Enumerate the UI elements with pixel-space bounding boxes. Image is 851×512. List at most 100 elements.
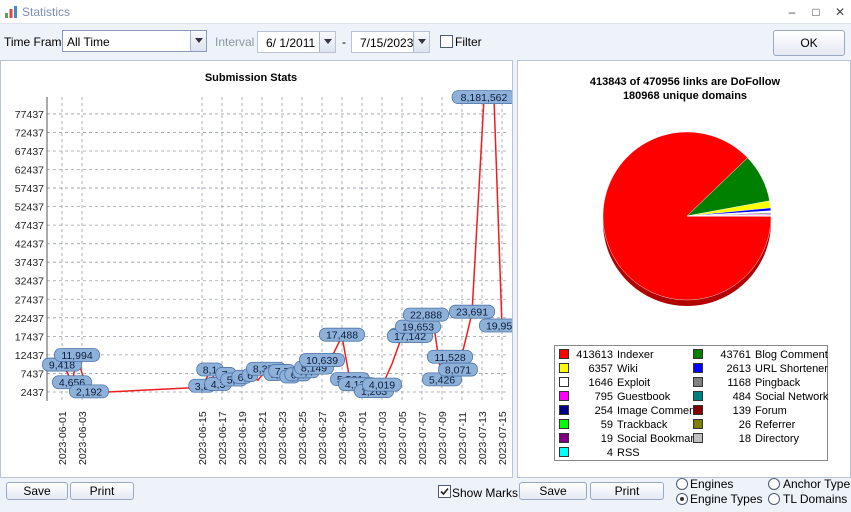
submission-stats-chart: Submission Stats 2437 7437 12437 17437 22437 2…: [15, 72, 512, 465]
x-tick-label-0: 2023-06-01: [57, 411, 69, 465]
legend-swatch: [559, 391, 569, 401]
engines-radio[interactable]: [676, 478, 688, 490]
checkmark-icon: [440, 487, 449, 496]
data-label-text: 11,528: [434, 352, 465, 364]
x-tick-label-7: 2023-06-25: [297, 411, 309, 465]
y-tick-label-11: 57437: [15, 183, 44, 195]
legend-count: 6357: [588, 363, 613, 375]
tl-domains-radio[interactable]: [768, 493, 780, 505]
data-label-text: 19,955: [486, 321, 512, 333]
timeframe-select[interactable]: All Time: [62, 30, 207, 52]
maximize-button[interactable]: □: [805, 3, 827, 21]
data-label-text: 8,071: [445, 365, 471, 377]
print-chart-button[interactable]: Print: [70, 482, 134, 500]
x-tick-label-3: 2023-06-17: [217, 411, 229, 465]
legend-label: Social Network: [755, 391, 829, 403]
calendar-dropdown-icon[interactable]: [413, 32, 429, 52]
x-tick-label-17: 2023-07-15: [497, 411, 509, 465]
chart-title: Submission Stats: [205, 72, 297, 84]
data-mark-5: 2,192: [69, 384, 109, 398]
calendar-dropdown-icon[interactable]: [319, 32, 335, 52]
pie-legend: 413613 Indexer 43761 Blog Comment 6357 Wiki 26…: [554, 345, 828, 461]
data-label-text: 4,019: [369, 380, 395, 392]
legend-count: 484: [732, 391, 751, 403]
y-tick-label-4: 22437: [15, 313, 44, 325]
chart-icon: [5, 6, 17, 18]
bottom-bar: Save Print Show Marks Save Print Engines…: [0, 477, 851, 512]
y-tick-label-15: 77437: [15, 109, 44, 121]
legend-label: Forum: [755, 405, 787, 417]
legend-item-guestbook: 795 Guestbook: [559, 390, 670, 404]
x-tick-label-5: 2023-06-21: [257, 411, 269, 465]
legend-item-social-bookmark: 19 Social Bookmark: [559, 432, 700, 446]
x-tick-label-6: 2023-06-23: [277, 411, 289, 465]
data-mark-23: 17,488: [318, 327, 365, 342]
date-to-value: 7/15/2023: [360, 36, 414, 50]
legend-item-forum: 139 Forum: [693, 404, 787, 418]
legend-swatch: [693, 349, 703, 359]
legend-swatch: [693, 405, 703, 415]
data-mark-36: 11,528: [426, 349, 473, 364]
submission-stats-panel: Submission Stats 2437 7437 12437 17437 22437 2…: [0, 60, 513, 478]
close-button[interactable]: ✕: [829, 3, 851, 21]
y-tick-label-14: 72437: [15, 127, 44, 139]
data-mark-33: 22,888: [402, 307, 449, 322]
legend-item-image-comment: 254 Image Comment: [559, 404, 698, 418]
engine-types-radio-label: Engine Types: [690, 492, 763, 506]
series-line: [61, 97, 503, 394]
data-label-text: 8,181,562: [461, 92, 508, 104]
save-pie-button[interactable]: Save: [519, 482, 587, 500]
x-tick-label-12: 2023-07-05: [397, 411, 409, 465]
y-tick-label-5: 27437: [15, 294, 44, 306]
engine-types-pie-chart: [602, 131, 772, 306]
legend-count: 26: [738, 419, 751, 431]
data-mark-21: 10,639: [298, 353, 345, 367]
y-tick-label-6: 32437: [15, 276, 44, 288]
x-tick-label-10: 2023-07-01: [357, 411, 369, 465]
show-marks-checkbox[interactable]: [438, 485, 451, 498]
toolbar: Time Frame All Time Interval 6/ 1/2011 -…: [0, 24, 851, 60]
legend-swatch: [693, 377, 703, 387]
legend-swatch: [559, 433, 569, 443]
legend-count: 795: [594, 391, 613, 403]
legend-item-referrer: 26 Referrer: [693, 418, 795, 432]
data-mark-28: 4,019: [362, 377, 402, 392]
date-to-picker[interactable]: 7/15/2023: [351, 31, 430, 53]
print-pie-button[interactable]: Print: [590, 482, 664, 500]
y-tick-label-13: 67437: [15, 146, 44, 158]
data-mark-32: 19,653: [394, 319, 441, 334]
y-tick-label-9: 47437: [15, 220, 44, 232]
engine-types-radio[interactable]: [676, 493, 688, 505]
legend-label: RSS: [617, 447, 640, 459]
legend-swatch: [693, 391, 703, 401]
data-mark-41: 19,955: [479, 318, 512, 333]
legend-label: Blog Comment: [755, 349, 828, 361]
data-mark-37: 8,071: [438, 362, 478, 377]
show-marks-label: Show Marks: [452, 486, 519, 500]
data-label-text: 2,192: [76, 386, 102, 398]
legend-label: Social Bookmark: [617, 433, 700, 445]
legend-label: Pingback: [755, 377, 801, 389]
y-tick-label-1: 7437: [21, 368, 45, 380]
data-label-text: 22,888: [410, 310, 442, 322]
ok-button[interactable]: OK: [773, 30, 845, 56]
data-label-text: 19,653: [402, 322, 434, 334]
date-from-picker[interactable]: 6/ 1/2011: [257, 31, 336, 53]
x-tick-label-1: 2023-06-03: [77, 411, 89, 465]
chevron-down-icon[interactable]: [190, 31, 206, 51]
window-title: Statistics: [22, 5, 71, 19]
legend-label: URL Shortener: [755, 363, 828, 375]
filter-checkbox[interactable]: [440, 35, 453, 48]
legend-count: 18: [738, 433, 751, 445]
legend-count: 4: [606, 447, 613, 459]
legend-count: 254: [594, 405, 613, 417]
save-chart-button[interactable]: Save: [6, 482, 68, 500]
legend-count: 43761: [720, 349, 751, 361]
x-tick-label-4: 2023-06-19: [237, 411, 249, 465]
interval-label: Interval: [215, 35, 255, 49]
anchor-type-radio-label: Anchor Type: [783, 477, 851, 491]
legend-item-wiki: 6357 Wiki: [559, 362, 638, 376]
anchor-type-radio[interactable]: [768, 478, 780, 490]
minimize-button[interactable]: –: [781, 3, 803, 21]
legend-swatch: [559, 377, 569, 387]
